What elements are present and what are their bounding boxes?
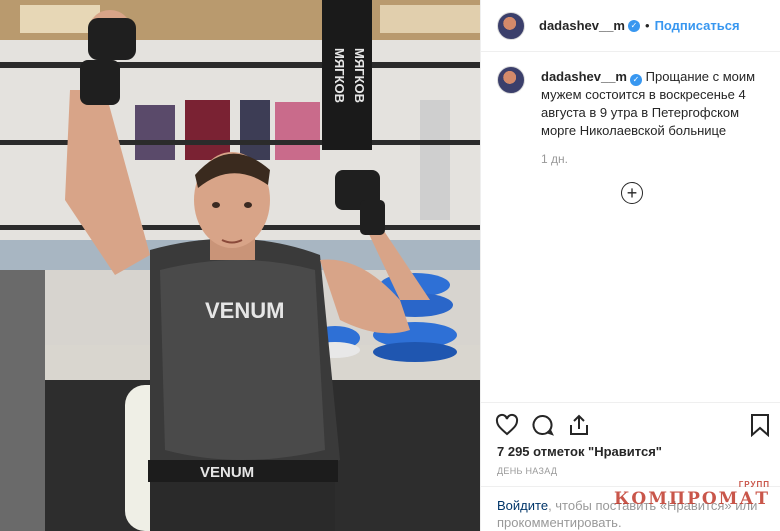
banner-left-text: МЯГКОВ: [332, 48, 347, 103]
action-bar: [481, 402, 780, 444]
post-photo[interactable]: МЯГКОВ МЯГКОВ VENUM VENUM: [0, 0, 480, 531]
bookmark-icon[interactable]: [749, 413, 771, 437]
post-sidebar: dadashev__m ✓ • Подписаться dadashev__m ✓…: [480, 0, 780, 531]
caption-time[interactable]: 1 дн.: [541, 152, 780, 166]
caption-verified-icon: ✓: [630, 74, 642, 86]
banner-right-text: МЯГКОВ: [352, 48, 367, 103]
header-separator: •: [645, 18, 650, 33]
comment-icon[interactable]: [531, 413, 555, 437]
load-more-comments-icon[interactable]: +: [621, 182, 643, 204]
watermark-text: КОМПРОМАТ: [613, 489, 770, 509]
caption-avatar[interactable]: [497, 66, 525, 94]
caption-comment: dadashev__m ✓ Прощание с моим мужем состо…: [481, 52, 780, 140]
login-link[interactable]: Войдите: [497, 498, 548, 513]
likes-count[interactable]: 7 295 отметок "Нравится": [497, 444, 662, 459]
post-header: dadashev__m ✓ • Подписаться: [481, 0, 780, 52]
heart-icon[interactable]: [495, 413, 519, 437]
avatar[interactable]: [497, 11, 525, 40]
watermark: КОМПРОМАТ ГРУПП: [613, 480, 770, 509]
header-username[interactable]: dadashev__m: [539, 18, 625, 33]
boxer-photo: МЯГКОВ МЯГКОВ VENUM VENUM: [0, 0, 480, 531]
follow-button[interactable]: Подписаться: [655, 18, 740, 33]
verified-badge-icon: ✓: [628, 19, 640, 32]
caption-text-block: dadashev__m ✓ Прощание с моим мужем состо…: [541, 68, 761, 140]
share-icon[interactable]: [567, 413, 591, 437]
caption-username[interactable]: dadashev__m: [541, 69, 627, 84]
watermark-sup: ГРУПП: [738, 480, 770, 489]
shirt-brand-text: VENUM: [205, 298, 284, 323]
waistband-brand-text: VENUM: [200, 464, 254, 481]
posted-ago: день назад: [497, 466, 558, 476]
